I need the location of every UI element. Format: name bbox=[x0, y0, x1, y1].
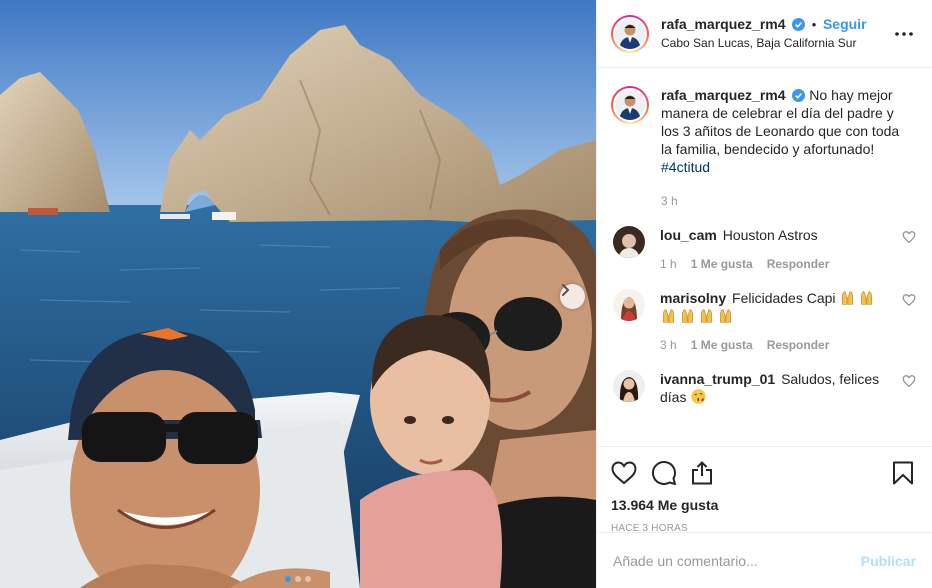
heart-icon[interactable] bbox=[902, 230, 916, 244]
share-button[interactable] bbox=[691, 457, 731, 489]
comment-text: Houston Astros bbox=[722, 227, 818, 243]
carousel-dot-active bbox=[285, 576, 291, 582]
praise-hands-icon bbox=[701, 309, 712, 323]
praise-hands-icon bbox=[720, 309, 731, 323]
add-comment-bar: Publicar bbox=[597, 532, 932, 588]
verified-icon bbox=[792, 18, 806, 31]
caption-author-avatar[interactable] bbox=[611, 86, 649, 124]
post-caption: rafa_marquez_rm4 No hay mejor manera de … bbox=[611, 86, 916, 210]
post-location[interactable]: Cabo San Lucas, Baja California Sur bbox=[661, 34, 892, 52]
comment-username[interactable]: lou_cam bbox=[660, 227, 717, 243]
comment-like-count[interactable]: 1 Me gusta bbox=[691, 336, 753, 354]
kiss-face-icon bbox=[691, 389, 707, 404]
author-username[interactable]: rafa_marquez_rm4 bbox=[661, 16, 786, 32]
comment-item: ivanna_trump_01 Saludos, felices días bbox=[611, 370, 916, 406]
beach-selfie-image bbox=[0, 0, 596, 588]
like-count[interactable]: 13.964 Me gusta bbox=[611, 497, 916, 513]
comment-timestamp[interactable]: 3 h bbox=[660, 336, 677, 354]
post-photo[interactable] bbox=[0, 0, 596, 588]
praise-hands-icon bbox=[682, 309, 693, 323]
comment-meta: 1 h 1 Me gusta Responder bbox=[660, 255, 902, 273]
commenter-avatar[interactable] bbox=[613, 370, 645, 402]
reply-button[interactable]: Responder bbox=[767, 255, 830, 273]
commenter-avatar[interactable] bbox=[613, 289, 645, 321]
comment-username[interactable]: ivanna_trump_01 bbox=[660, 371, 775, 387]
heart-icon[interactable] bbox=[902, 374, 916, 388]
more-options-icon bbox=[895, 31, 913, 36]
commenter-avatar[interactable] bbox=[613, 226, 645, 258]
avatar-image bbox=[615, 90, 645, 120]
avatar-image bbox=[613, 226, 645, 258]
comment-item: lou_cam Houston Astros 1 h 1 Me gusta Re… bbox=[611, 226, 916, 273]
carousel-dot bbox=[295, 576, 301, 582]
chevron-right-icon bbox=[562, 284, 570, 296]
praise-hands-icon bbox=[861, 291, 873, 305]
caption-timestamp[interactable]: 3 h bbox=[661, 192, 901, 210]
carousel-indicator bbox=[0, 576, 596, 582]
like-button[interactable] bbox=[611, 457, 651, 489]
share-icon bbox=[692, 461, 712, 485]
avatar-image bbox=[615, 18, 645, 49]
author-avatar[interactable] bbox=[611, 14, 649, 53]
instagram-post: rafa_marquez_rm4 • Seguir Cabo San Lucas… bbox=[0, 0, 932, 588]
comments-list[interactable]: rafa_marquez_rm4 No hay mejor manera de … bbox=[597, 68, 932, 446]
praise-hands-icon bbox=[663, 309, 674, 323]
follow-button[interactable]: Seguir bbox=[823, 16, 867, 32]
comment-button[interactable] bbox=[651, 457, 691, 489]
comment-timestamp[interactable]: 1 h bbox=[660, 255, 677, 273]
next-photo-button[interactable] bbox=[560, 284, 585, 309]
heart-icon[interactable] bbox=[902, 293, 916, 307]
post-side-panel: rafa_marquez_rm4 • Seguir Cabo San Lucas… bbox=[596, 0, 932, 588]
comment-text: Felicidades Capi bbox=[732, 290, 836, 306]
verified-icon bbox=[792, 89, 806, 102]
carousel-dot bbox=[305, 576, 311, 582]
publish-button[interactable]: Publicar bbox=[861, 553, 916, 569]
comment-item: marisolny Felicidades Capi 3 h 1 Me gust… bbox=[611, 289, 916, 354]
comment-meta: 3 h 1 Me gusta Responder bbox=[660, 336, 902, 354]
comment-icon bbox=[652, 461, 676, 485]
avatar-image bbox=[613, 289, 645, 321]
comment-username[interactable]: marisolny bbox=[660, 290, 726, 306]
avatar-image bbox=[613, 370, 645, 402]
more-options-button[interactable] bbox=[892, 22, 916, 46]
reply-button[interactable]: Responder bbox=[767, 336, 830, 354]
caption-username[interactable]: rafa_marquez_rm4 bbox=[661, 87, 786, 103]
caption-hashtag[interactable]: #4ctitud bbox=[661, 159, 710, 175]
praise-hands-icon bbox=[842, 291, 854, 305]
header-separator: • bbox=[811, 17, 817, 32]
comment-like-count[interactable]: 1 Me gusta bbox=[691, 255, 753, 273]
save-button[interactable] bbox=[892, 457, 916, 489]
heart-icon bbox=[611, 461, 637, 485]
bookmark-icon bbox=[893, 461, 913, 485]
post-header: rafa_marquez_rm4 • Seguir Cabo San Lucas… bbox=[597, 0, 932, 68]
comment-input[interactable] bbox=[613, 552, 861, 569]
